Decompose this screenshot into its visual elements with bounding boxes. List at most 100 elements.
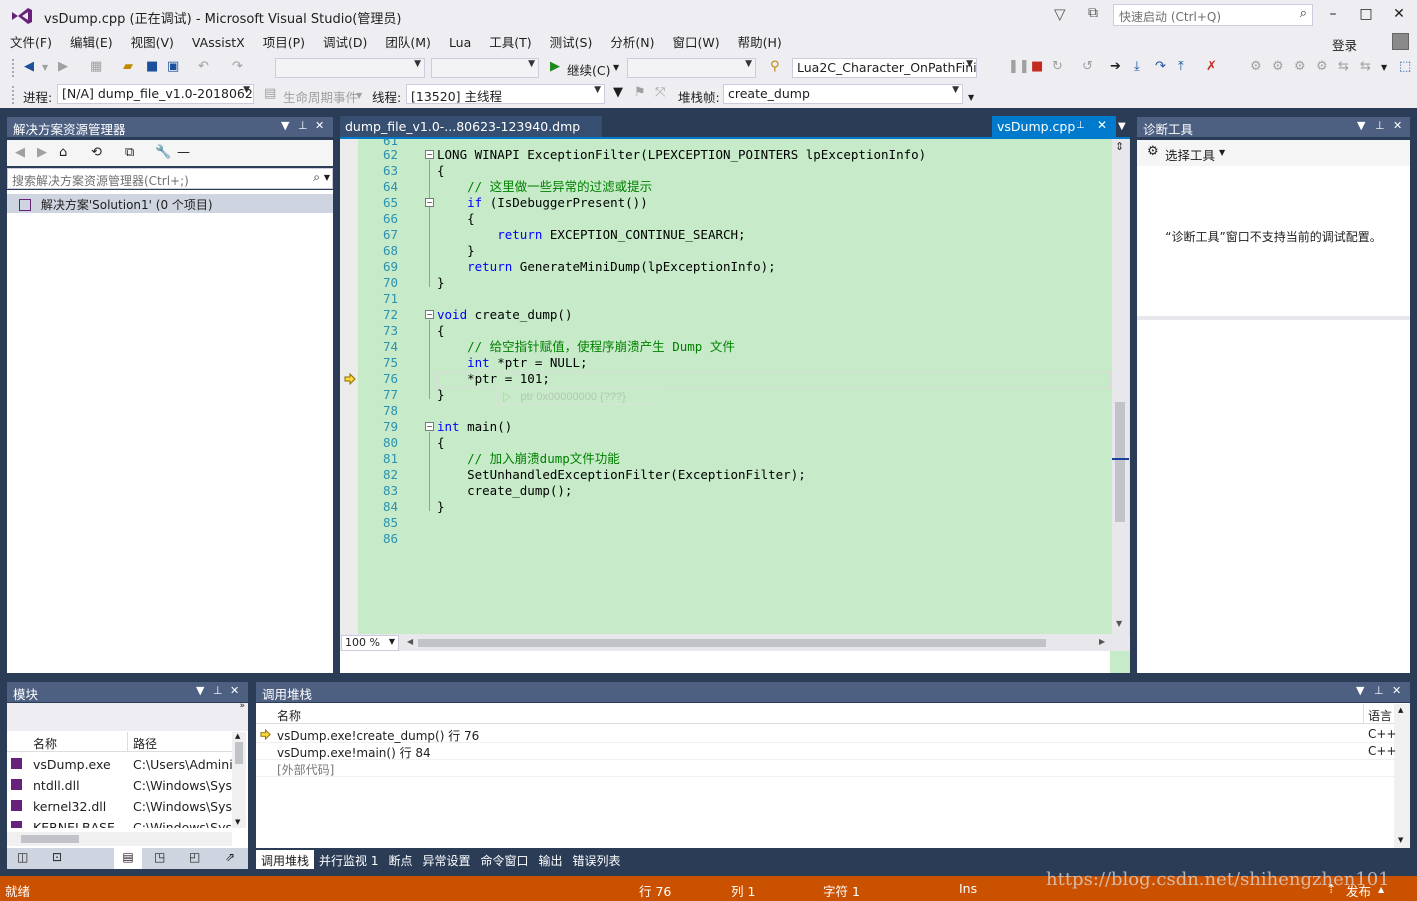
continue-button[interactable]: 继续(C) bbox=[567, 60, 610, 79]
datatip[interactable]: ▷ ptr 0x00000000 {???} bbox=[496, 387, 664, 405]
horizontal-scroll-thumb[interactable] bbox=[418, 639, 1046, 647]
forward-icon[interactable]: ▶ bbox=[58, 59, 68, 74]
preview-icon[interactable]: — bbox=[177, 145, 190, 160]
menu-window[interactable]: 窗口(W) bbox=[662, 33, 727, 53]
tab-exception-settings[interactable]: 异常设置 bbox=[417, 850, 475, 869]
maximize-button[interactable]: □ bbox=[1350, 2, 1382, 26]
modules-horizontal-scrollbar[interactable] bbox=[7, 832, 232, 846]
continue-icon[interactable]: ▶ bbox=[550, 59, 560, 74]
code-line[interactable]: // 给空指针赋值，使程序崩溃产生 Dump 文件 bbox=[437, 339, 735, 355]
window-position-icon[interactable]: ▼ bbox=[1357, 119, 1365, 132]
back-icon[interactable]: ◀ bbox=[24, 59, 34, 74]
code-line[interactable]: { bbox=[437, 323, 445, 339]
quick-launch-input[interactable]: 快速启动 (Ctrl+Q) ⌕ bbox=[1113, 4, 1313, 26]
tab-breakpoints[interactable]: 断点 bbox=[383, 850, 417, 869]
code-line[interactable]: create_dump(); bbox=[437, 483, 572, 499]
feedback-icon[interactable]: ⧉ bbox=[1088, 5, 1106, 23]
menu-view[interactable]: 视图(V) bbox=[121, 33, 182, 53]
collapse-icon[interactable]: − bbox=[425, 198, 434, 207]
tab-vsdump-cpp[interactable]: vsDump.cpp ⊥ ✕ bbox=[992, 116, 1116, 138]
code-line[interactable]: int main() bbox=[437, 419, 512, 435]
collapse-icon[interactable]: − bbox=[425, 422, 434, 431]
solution-node[interactable]: 解决方案'Solution1' (0 个项目) bbox=[7, 194, 333, 213]
platform-combo[interactable]: ▼ bbox=[431, 58, 539, 78]
modules-scroll-thumb[interactable] bbox=[235, 742, 243, 764]
expand-datatip-icon[interactable]: ▷ bbox=[503, 391, 511, 403]
module-row[interactable]: kernel32.dll C:\Windows\SysW bbox=[7, 796, 232, 817]
toolbar-grip[interactable] bbox=[12, 59, 16, 77]
continue-dropdown-icon[interactable]: ▼ bbox=[613, 63, 619, 72]
autos-tab-icon[interactable]: ◫ bbox=[17, 850, 28, 864]
code-line[interactable]: *ptr = 101; bbox=[437, 371, 550, 387]
lifecycle-events-button[interactable]: 生命周期事件 bbox=[283, 87, 358, 106]
scroll-up-icon[interactable]: ▲ bbox=[235, 732, 240, 740]
editor-vertical-scrollbar[interactable]: ⇕ ▼ bbox=[1112, 139, 1129, 634]
redo-icon[interactable]: ↷ bbox=[232, 59, 243, 74]
tab-list-dropdown-icon[interactable]: ▼ bbox=[1116, 116, 1130, 138]
code-line[interactable]: return GenerateMiniDump(lpExceptionInfo)… bbox=[437, 259, 776, 275]
select-tools-dropdown-icon[interactable]: ▼ bbox=[1219, 148, 1225, 157]
show-next-statement-icon[interactable]: ➔ bbox=[1110, 59, 1121, 74]
close-panel-icon[interactable]: ✕ bbox=[1393, 119, 1402, 132]
module-row[interactable]: vsDump.exe C:\Users\Adminis bbox=[7, 754, 232, 775]
column-header-name[interactable]: 名称 bbox=[33, 735, 57, 752]
menu-debug[interactable]: 调试(D) bbox=[313, 33, 375, 53]
zoom-combo[interactable]: 100 % ▼ bbox=[341, 635, 399, 651]
tab-dump-file[interactable]: dump_file_v1.0-...80623-123940.dmp bbox=[340, 116, 602, 138]
apply-code-changes-icon[interactable]: ↺ bbox=[1082, 59, 1093, 74]
save-icon[interactable]: ■ bbox=[146, 59, 158, 74]
menu-vassistx[interactable]: VAssistX bbox=[182, 33, 253, 53]
pin-icon[interactable]: ⊥ bbox=[213, 684, 223, 697]
code-line[interactable]: } bbox=[437, 243, 475, 259]
tool-icon[interactable]: ⇆ bbox=[1360, 59, 1371, 74]
tool-icon[interactable]: ⚙ bbox=[1294, 59, 1306, 74]
tab-call-stack[interactable]: 调用堆栈 bbox=[256, 850, 315, 869]
toggle-breakpoint-icon[interactable]: ✗ bbox=[1206, 59, 1217, 74]
scroll-up-icon[interactable]: ▲ bbox=[1398, 706, 1403, 714]
toolbar-grip[interactable] bbox=[12, 86, 16, 104]
step-over-icon[interactable]: ↷ bbox=[1155, 59, 1166, 74]
call-stack-row[interactable]: [外部代码] bbox=[256, 760, 1394, 777]
minimize-button[interactable]: – bbox=[1317, 2, 1349, 26]
thread-combo[interactable]: [13520] 主线程 ▼ bbox=[406, 84, 605, 104]
tool-icon[interactable]: ⇆ bbox=[1338, 59, 1349, 74]
step-into-icon[interactable]: ⤓ bbox=[1134, 59, 1140, 74]
forward-icon[interactable]: ▶ bbox=[37, 145, 47, 160]
menu-test[interactable]: 测试(S) bbox=[540, 33, 601, 53]
open-file-icon[interactable]: ▰ bbox=[123, 59, 133, 74]
code-line[interactable]: } bbox=[437, 499, 445, 515]
code-line[interactable]: // 加入崩溃dump文件功能 bbox=[437, 451, 620, 467]
toolbar-overflow-icon[interactable]: » bbox=[239, 701, 245, 711]
module-row[interactable]: KERNELBASE.... C:\Windows\SysW bbox=[7, 817, 232, 828]
tool-icon[interactable]: ⚙ bbox=[1272, 59, 1284, 74]
back-icon[interactable]: ◀ bbox=[15, 145, 25, 160]
configuration-combo[interactable]: ▼ bbox=[275, 58, 425, 78]
tab-output[interactable]: 输出 bbox=[534, 850, 568, 869]
code-line[interactable]: LONG WINAPI ExceptionFilter(LPEXCEPTION_… bbox=[437, 147, 926, 163]
call-stack-row[interactable]: vsDump.exe!main() 行 84 C++ bbox=[256, 743, 1397, 760]
menu-project[interactable]: 项目(P) bbox=[253, 33, 313, 53]
locals-tab-icon[interactable]: ⊡ bbox=[52, 850, 62, 864]
pin-icon[interactable]: ⊥ bbox=[1374, 684, 1384, 697]
debug-target-combo[interactable]: ▼ bbox=[627, 58, 756, 78]
find-symbol-icon[interactable]: ⚲ bbox=[770, 59, 780, 74]
tab-command-window[interactable]: 命令窗口 bbox=[476, 850, 534, 869]
memory-tab-icon[interactable]: ◰ bbox=[189, 850, 200, 864]
window-position-icon[interactable]: ▼ bbox=[1356, 684, 1364, 697]
process-combo[interactable]: [N/A] dump_file_v1.0-20180623 ▼ bbox=[57, 84, 254, 104]
threads-tab-icon[interactable]: ⇗ bbox=[225, 850, 235, 864]
properties-icon[interactable]: 🔧 bbox=[155, 145, 171, 160]
code-line[interactable]: void create_dump() bbox=[437, 307, 572, 323]
new-project-icon[interactable]: ▦ bbox=[90, 59, 102, 74]
code-line[interactable]: return EXCEPTION_CONTINUE_SEARCH; bbox=[437, 227, 745, 243]
code-line[interactable]: } bbox=[437, 387, 445, 403]
pending-changes-icon[interactable]: ⟲ bbox=[91, 145, 102, 160]
save-all-icon[interactable]: ▣ bbox=[167, 59, 179, 74]
code-line[interactable]: { bbox=[437, 163, 445, 179]
code-line[interactable]: SetUnhandledExceptionFilter(ExceptionFil… bbox=[437, 467, 806, 483]
menu-tools[interactable]: 工具(T) bbox=[479, 33, 539, 53]
step-out-icon[interactable]: ⤒ bbox=[1178, 59, 1184, 74]
scroll-left-icon[interactable]: ◀ bbox=[407, 637, 413, 646]
lifecycle-dropdown-icon[interactable]: ▼ bbox=[356, 91, 362, 100]
code-line[interactable]: } bbox=[437, 275, 445, 291]
